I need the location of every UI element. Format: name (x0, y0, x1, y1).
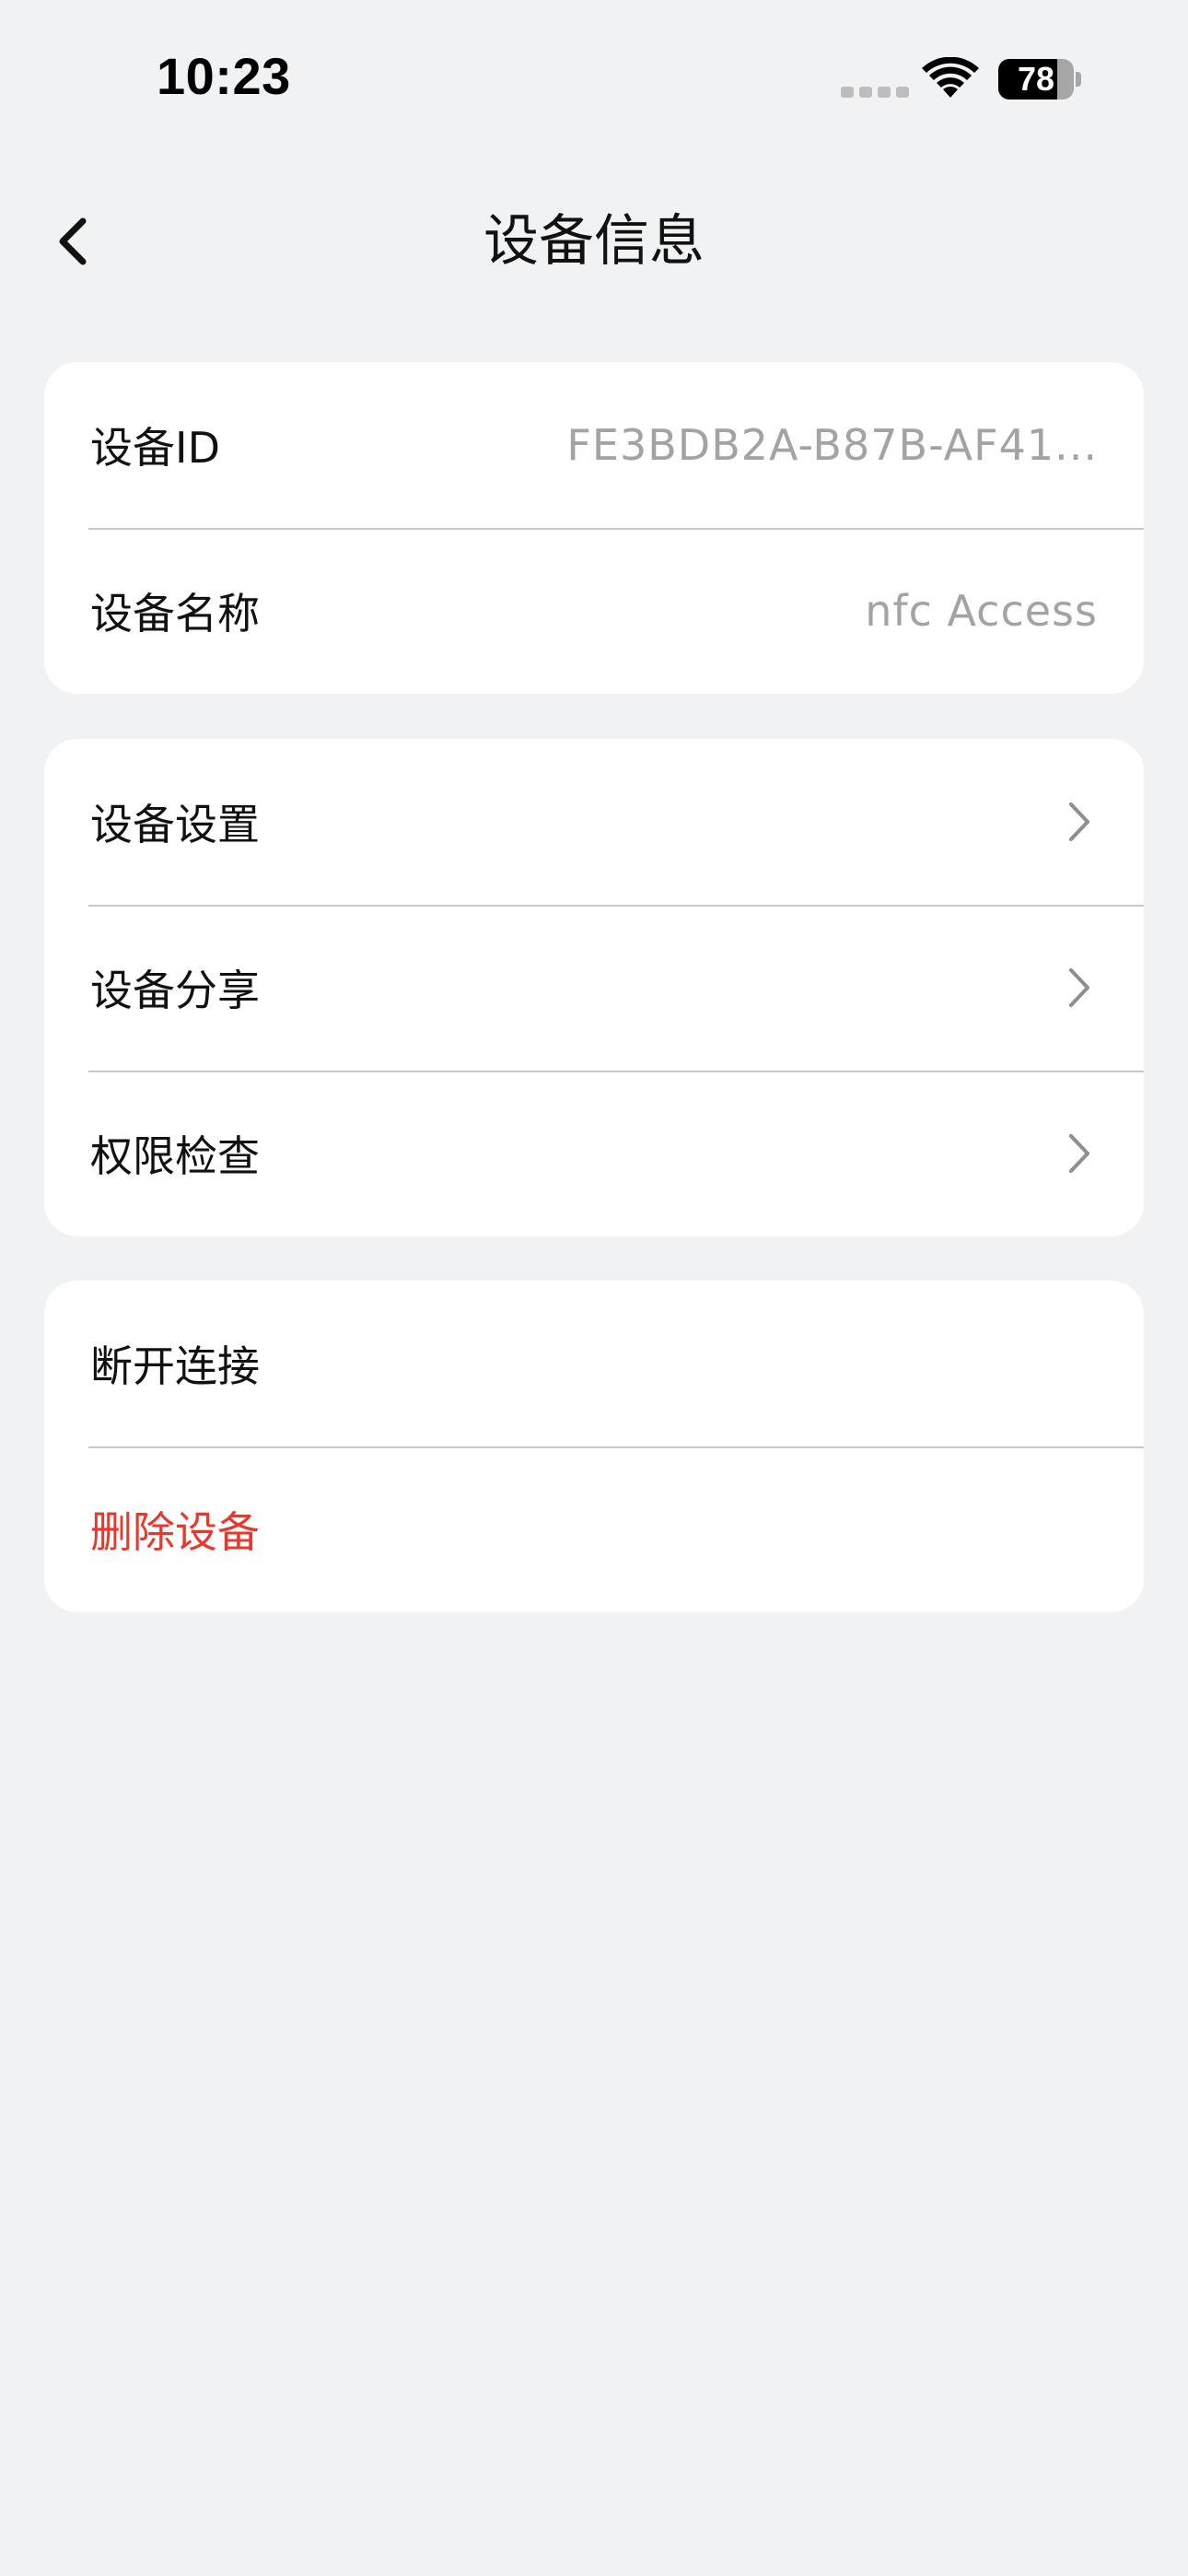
device-settings-card: 设备设置 设备分享 权限检查 (44, 739, 1144, 1236)
battery-icon: 78 (998, 59, 1081, 100)
chevron-right-icon (1061, 1130, 1098, 1177)
page-title: 设备信息 (483, 209, 705, 274)
wifi-icon (922, 57, 979, 98)
delete-device-label: 删除设备 (90, 1507, 260, 1557)
device-settings-row[interactable]: 设备设置 (44, 739, 1144, 905)
device-actions-card: 断开连接 删除设备 (44, 1281, 1144, 1612)
chevron-left-icon (59, 217, 87, 265)
device-name-label: 设备名称 (90, 589, 260, 638)
device-share-row[interactable]: 设备分享 (44, 905, 1144, 1071)
delete-device-button[interactable]: 删除设备 (44, 1446, 1144, 1612)
device-id-row[interactable]: 设备ID FE3BDB2A-B87B-AF41... (44, 362, 1144, 528)
device-info-card: 设备ID FE3BDB2A-B87B-AF41... 设备名称 nfc Acce… (44, 362, 1144, 694)
chevron-right-icon (1061, 965, 1098, 1011)
disconnect-button[interactable]: 断开连接 (44, 1281, 1144, 1446)
back-button[interactable] (37, 205, 111, 278)
nav-bar: 设备信息 (0, 184, 1188, 299)
battery-level: 78 (1017, 60, 1055, 98)
permission-check-row[interactable]: 权限检查 (44, 1071, 1144, 1236)
chevron-right-icon (1061, 799, 1098, 845)
disconnect-label: 断开连接 (90, 1341, 260, 1391)
status-time: 10:23 (157, 47, 291, 105)
status-bar: 10:23 78 (0, 0, 1188, 161)
device-settings-label: 设备设置 (90, 800, 260, 849)
device-name-row[interactable]: 设备名称 nfc Access (44, 528, 1144, 694)
device-name-value: nfc Access (865, 586, 1098, 636)
device-id-label: 设备ID (90, 423, 220, 473)
device-id-value: FE3BDB2A-B87B-AF41... (566, 420, 1098, 470)
cellular-signal-icon (841, 87, 909, 98)
permission-check-label: 权限检查 (90, 1131, 260, 1181)
device-share-label: 设备分享 (90, 966, 260, 1015)
